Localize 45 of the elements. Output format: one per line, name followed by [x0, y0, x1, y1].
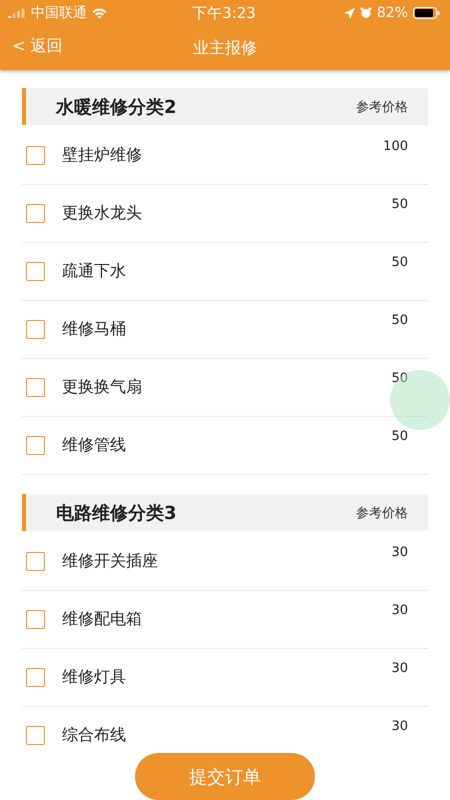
battery-icon: [413, 7, 440, 19]
service-price: 50: [391, 429, 408, 444]
service-name: 维修灯具: [62, 667, 126, 688]
service-price: 30: [391, 661, 408, 676]
service-price: 30: [391, 545, 408, 560]
service-name: 疏通下水: [62, 261, 126, 282]
checkbox[interactable]: [26, 726, 45, 745]
wifi-icon: [92, 8, 107, 18]
submit-order-button[interactable]: 提交订单: [135, 753, 315, 800]
price-column-label: 参考价格: [356, 98, 408, 116]
service-name: 维修马桶: [62, 319, 126, 340]
service-name: 维修开关插座: [62, 551, 158, 572]
service-name: 维修配电箱: [62, 609, 142, 630]
service-price: 50: [391, 313, 408, 328]
service-name: 更换换气扇: [62, 377, 142, 398]
service-price: 30: [391, 603, 408, 618]
service-price: 100: [383, 139, 408, 154]
status-time: 下午3:23: [192, 4, 256, 22]
checkbox[interactable]: [26, 204, 45, 223]
checkbox[interactable]: [26, 436, 45, 455]
signal-icon: [8, 8, 26, 18]
checkbox[interactable]: [26, 610, 45, 629]
carrier-name: 中国联通: [31, 4, 87, 22]
service-price: 30: [391, 719, 408, 734]
service-name: 综合布线: [62, 725, 126, 745]
checkbox[interactable]: [26, 378, 45, 397]
section-title: 水暖维修分类2: [56, 96, 177, 118]
service-price: 50: [391, 255, 408, 270]
location-arrow-icon: [344, 8, 355, 18]
checkbox[interactable]: [26, 668, 45, 687]
service-price: 50: [391, 371, 408, 386]
page-title: 业主报修: [193, 38, 257, 58]
checkbox[interactable]: [26, 146, 45, 165]
service-price: 50: [391, 197, 408, 212]
battery-percent: 82%: [376, 5, 408, 21]
checkbox[interactable]: [26, 320, 45, 339]
price-column-label: 参考价格: [356, 504, 408, 522]
service-name: 壁挂炉维修: [62, 145, 142, 166]
alarm-clock-icon: [360, 7, 372, 19]
section-title: 电路维修分类3: [56, 502, 177, 524]
checkbox[interactable]: [26, 262, 45, 281]
service-name: 更换水龙头: [62, 203, 142, 224]
service-name: 维修管线: [62, 435, 126, 456]
back-button[interactable]: < 返回: [12, 36, 62, 57]
checkbox[interactable]: [26, 552, 45, 571]
